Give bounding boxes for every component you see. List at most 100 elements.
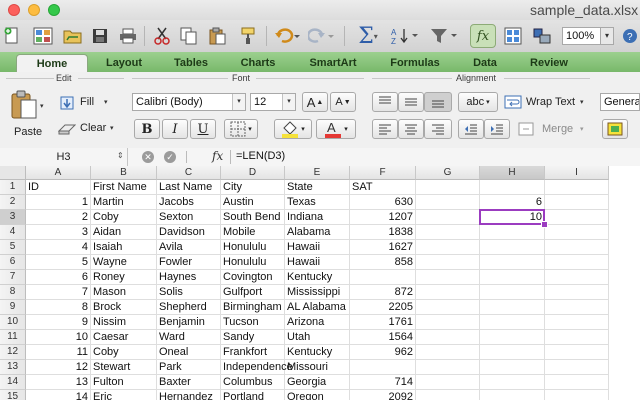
cell-e1[interactable]: State (285, 180, 350, 195)
cell-i1[interactable] (545, 180, 609, 195)
cell-b12[interactable]: Coby (91, 345, 157, 360)
cell-c3[interactable]: Sexton (157, 210, 221, 225)
cell-c7[interactable]: Haynes (157, 270, 221, 285)
cell-h12[interactable] (480, 345, 545, 360)
cell-a15[interactable]: 14 (26, 390, 91, 400)
cell-b14[interactable]: Fulton (91, 375, 157, 390)
cell-d14[interactable]: Columbus (221, 375, 285, 390)
row-header-1[interactable]: 1 (0, 180, 26, 195)
row-header-10[interactable]: 10 (0, 315, 26, 330)
row-header-7[interactable]: 7 (0, 270, 26, 285)
italic-button[interactable]: I (162, 119, 188, 139)
align-top-button[interactable] (372, 92, 398, 112)
cell-e7[interactable]: Kentucky (285, 270, 350, 285)
borders-button[interactable]: ▾ (224, 119, 258, 139)
cell-f7[interactable] (350, 270, 416, 285)
cell-a6[interactable]: 5 (26, 255, 91, 270)
tab-data[interactable]: Data (458, 54, 512, 72)
cell-f12[interactable]: 962 (350, 345, 416, 360)
insert-function-button[interactable]: fx (212, 149, 223, 163)
cell-e9[interactable]: AL Alabama (285, 300, 350, 315)
cell-h1[interactable] (480, 180, 545, 195)
cell-h2[interactable]: 6 (480, 195, 545, 210)
cell-d15[interactable]: Portland (221, 390, 285, 400)
cell-b2[interactable]: Martin (91, 195, 157, 210)
cell-i3[interactable] (545, 210, 609, 225)
new-workbook-icon[interactable] (2, 24, 22, 48)
cell-i6[interactable] (545, 255, 609, 270)
align-bottom-button[interactable] (424, 92, 452, 112)
cell-g14[interactable] (416, 375, 480, 390)
underline-button[interactable]: U (190, 119, 216, 139)
cell-d12[interactable]: Frankfort (221, 345, 285, 360)
cell-a13[interactable]: 12 (26, 360, 91, 375)
column-header-g[interactable]: G (416, 166, 480, 180)
tab-charts[interactable]: Charts (226, 54, 290, 72)
cell-h3[interactable]: 10 (480, 210, 545, 225)
bold-button[interactable]: B (134, 119, 160, 139)
cell-c14[interactable]: Baxter (157, 375, 221, 390)
cell-e11[interactable]: Utah (285, 330, 350, 345)
row-header-9[interactable]: 9 (0, 300, 26, 315)
tab-layout[interactable]: Layout (92, 54, 156, 72)
cell-c1[interactable]: Last Name (157, 180, 221, 195)
cell-b6[interactable]: Wayne (91, 255, 157, 270)
column-header-a[interactable]: A (26, 166, 91, 180)
cell-i9[interactable] (545, 300, 609, 315)
cell-c12[interactable]: Oneal (157, 345, 221, 360)
tab-smartart[interactable]: SmartArt (294, 54, 372, 72)
cell-g2[interactable] (416, 195, 480, 210)
row-header-15[interactable]: 15 (0, 390, 26, 400)
cell-g12[interactable] (416, 345, 480, 360)
column-header-h[interactable]: H (480, 166, 545, 180)
cell-g3[interactable] (416, 210, 480, 225)
cell-a14[interactable]: 13 (26, 375, 91, 390)
cell-i12[interactable] (545, 345, 609, 360)
cell-h4[interactable] (480, 225, 545, 240)
cell-g1[interactable] (416, 180, 480, 195)
cell-i8[interactable] (545, 285, 609, 300)
row-header-11[interactable]: 11 (0, 330, 26, 345)
zoom-window-button[interactable] (48, 4, 60, 16)
paste-icon[interactable] (206, 24, 228, 48)
row-header-5[interactable]: 5 (0, 240, 26, 255)
cell-g9[interactable] (416, 300, 480, 315)
save-icon[interactable] (90, 24, 110, 48)
cell-e12[interactable]: Kentucky (285, 345, 350, 360)
cell-c13[interactable]: Park (157, 360, 221, 375)
cell-f9[interactable]: 2205 (350, 300, 416, 315)
cell-f13[interactable] (350, 360, 416, 375)
cell-c4[interactable]: Davidson (157, 225, 221, 240)
sort-icon[interactable]: AZ (390, 24, 420, 48)
row-header-6[interactable]: 6 (0, 255, 26, 270)
cell-h10[interactable] (480, 315, 545, 330)
cell-g13[interactable] (416, 360, 480, 375)
cell-b1[interactable]: First Name (91, 180, 157, 195)
cell-h9[interactable] (480, 300, 545, 315)
row-header-4[interactable]: 4 (0, 225, 26, 240)
minimize-window-button[interactable] (28, 4, 40, 16)
cell-d6[interactable]: Honululu (221, 255, 285, 270)
cut-icon[interactable] (152, 24, 172, 48)
cell-f1[interactable]: SAT (350, 180, 416, 195)
cell-i5[interactable] (545, 240, 609, 255)
cell-c15[interactable]: Hernandez (157, 390, 221, 400)
cell-d3[interactable]: South Bend (221, 210, 285, 225)
cell-i13[interactable] (545, 360, 609, 375)
row-header-14[interactable]: 14 (0, 375, 26, 390)
cell-d10[interactable]: Tucson (221, 315, 285, 330)
cell-g10[interactable] (416, 315, 480, 330)
font-size-select[interactable]: 12 ▾ (250, 93, 296, 111)
close-window-button[interactable] (8, 4, 20, 16)
cell-h13[interactable] (480, 360, 545, 375)
copy-icon[interactable] (178, 24, 200, 48)
cell-e3[interactable]: Indiana (285, 210, 350, 225)
redo-icon[interactable] (306, 24, 336, 48)
templates-icon[interactable] (32, 24, 54, 48)
row-header-13[interactable]: 13 (0, 360, 26, 375)
fill-button[interactable]: Fill ▾ (58, 94, 124, 112)
name-box-stepper-icon[interactable]: ⇕ (117, 151, 124, 160)
gallery-icon[interactable] (502, 24, 524, 48)
cell-e8[interactable]: Mississippi (285, 285, 350, 300)
cell-d9[interactable]: Birmingham (221, 300, 285, 315)
